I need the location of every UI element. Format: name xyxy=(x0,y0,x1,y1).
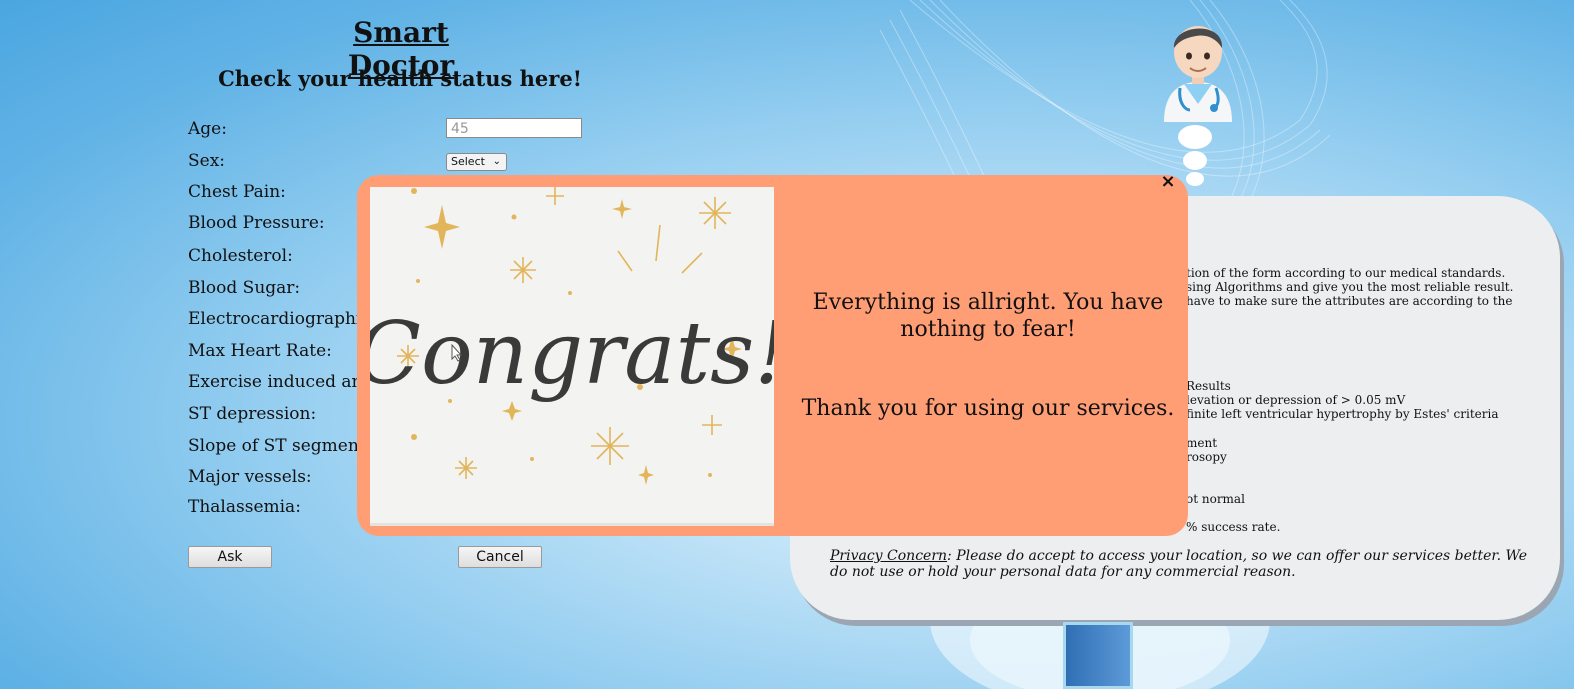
st-slope-label: Slope of ST segmen xyxy=(188,436,359,456)
sex-select[interactable]: Select ⌄ xyxy=(446,153,507,171)
sex-label: Sex: xyxy=(188,151,226,171)
thought-bubble xyxy=(1183,151,1207,170)
exercise-induced-angina-label: Exercise induced an xyxy=(188,372,363,392)
info-line: finite left ventricular hypertrophy by E… xyxy=(1186,407,1499,421)
thalassemia-label: Thalassemia: xyxy=(188,497,301,517)
max-heart-rate-label: Max Heart Rate: xyxy=(188,341,332,361)
doctor-emoji-icon xyxy=(1164,26,1232,122)
cancel-button[interactable]: Cancel xyxy=(458,546,542,568)
info-line: levation or depression of > 0.05 mV xyxy=(1186,393,1406,407)
cholesterol-label: Cholesterol: xyxy=(188,246,293,266)
info-line: ment xyxy=(1186,436,1218,450)
major-vessels-label: Major vessels: xyxy=(188,467,312,487)
electrocardiographic-label: Electrocardiographi xyxy=(188,309,362,329)
thought-bubble xyxy=(1186,172,1204,186)
privacy-notice: Privacy Concern: Please do accept to acc… xyxy=(830,548,1530,580)
chest-pain-label: Chest Pain: xyxy=(188,182,286,202)
ask-button[interactable]: Ask xyxy=(188,546,272,568)
blood-sugar-label: Blood Sugar: xyxy=(188,278,301,298)
mouse-cursor-icon xyxy=(451,344,463,362)
decorative-stand xyxy=(1063,622,1133,689)
result-message: Everything is allright. You have nothing… xyxy=(812,290,1164,342)
age-label: Age: xyxy=(188,119,227,139)
info-line: have to make sure the attributes are acc… xyxy=(1186,294,1513,308)
info-line: % success rate. xyxy=(1186,520,1281,534)
sex-select-value: Select xyxy=(451,155,485,168)
info-line: ot normal xyxy=(1186,492,1245,506)
privacy-label: Privacy Concern xyxy=(830,548,948,564)
page-subtitle: Check your health status here! xyxy=(218,66,582,91)
chevron-down-icon: ⌄ xyxy=(492,156,501,167)
thanks-message: Thank you for using our services. xyxy=(801,396,1175,421)
age-input[interactable]: 45 xyxy=(446,118,582,138)
st-depression-label: ST depression: xyxy=(188,404,317,424)
congrats-image-text: Congrats! xyxy=(370,304,774,404)
info-line: tion of the form according to our medica… xyxy=(1186,266,1506,280)
info-line: sing Algorithms and give you the most re… xyxy=(1186,280,1514,294)
close-icon[interactable]: × xyxy=(1158,172,1178,192)
blood-pressure-label: Blood Pressure: xyxy=(188,213,325,233)
info-line: rosopy xyxy=(1186,450,1227,464)
info-line: Results xyxy=(1186,379,1231,393)
thought-bubble xyxy=(1178,125,1212,149)
congrats-image: Congrats! xyxy=(370,187,774,526)
